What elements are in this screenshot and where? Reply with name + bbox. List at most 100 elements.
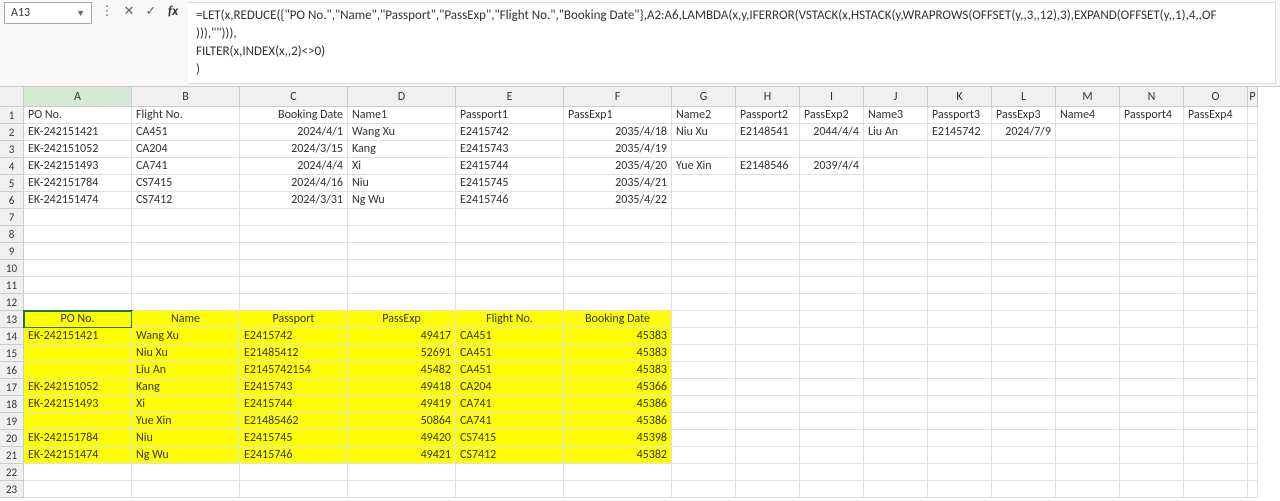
cell-H5[interactable] bbox=[736, 175, 800, 192]
cell-I21[interactable] bbox=[800, 447, 864, 464]
cell-L12[interactable] bbox=[992, 294, 1056, 311]
cell-C8[interactable] bbox=[240, 226, 348, 243]
cell-G13[interactable] bbox=[672, 311, 736, 328]
cell-L20[interactable] bbox=[992, 430, 1056, 447]
cell-A13[interactable]: PO No. bbox=[24, 311, 132, 328]
cell-I23[interactable] bbox=[800, 481, 864, 498]
cell-O11[interactable] bbox=[1184, 277, 1248, 294]
cell-I11[interactable] bbox=[800, 277, 864, 294]
cell-N6[interactable] bbox=[1120, 192, 1184, 209]
row-header-18[interactable]: 18 bbox=[0, 396, 24, 413]
cell-F4[interactable]: 2035/4/20 bbox=[564, 158, 672, 175]
cell-L15[interactable] bbox=[992, 345, 1056, 362]
cell-D20[interactable]: 49420 bbox=[348, 430, 456, 447]
cell-A3[interactable]: EK-242151052 bbox=[24, 141, 132, 158]
cell-N7[interactable] bbox=[1120, 209, 1184, 226]
cell-L18[interactable] bbox=[992, 396, 1056, 413]
cell-C20[interactable]: E2415745 bbox=[240, 430, 348, 447]
cell-D15[interactable]: 52691 bbox=[348, 345, 456, 362]
cell-M11[interactable] bbox=[1056, 277, 1120, 294]
column-header-J[interactable]: J bbox=[864, 87, 928, 107]
cell-G11[interactable] bbox=[672, 277, 736, 294]
cell-N10[interactable] bbox=[1120, 260, 1184, 277]
cell-A18[interactable]: EK-242151493 bbox=[24, 396, 132, 413]
cell-A23[interactable] bbox=[24, 481, 132, 498]
cell-I13[interactable] bbox=[800, 311, 864, 328]
cell-L4[interactable] bbox=[992, 158, 1056, 175]
column-header-D[interactable]: D bbox=[348, 87, 456, 107]
cell-L17[interactable] bbox=[992, 379, 1056, 396]
cell-L3[interactable] bbox=[992, 141, 1056, 158]
cell-H20[interactable] bbox=[736, 430, 800, 447]
cell-C1[interactable]: Booking Date bbox=[240, 107, 348, 124]
cell-K9[interactable] bbox=[928, 243, 992, 260]
row-header-2[interactable]: 2 bbox=[0, 124, 24, 141]
row-header-9[interactable]: 9 bbox=[0, 243, 24, 260]
cell-A12[interactable] bbox=[24, 294, 132, 311]
cell-E11[interactable] bbox=[456, 277, 564, 294]
cell-G17[interactable] bbox=[672, 379, 736, 396]
row-header-20[interactable]: 20 bbox=[0, 430, 24, 447]
cell-P13[interactable] bbox=[1248, 311, 1258, 328]
cell-M10[interactable] bbox=[1056, 260, 1120, 277]
cell-P17[interactable] bbox=[1248, 379, 1258, 396]
cell-M13[interactable] bbox=[1056, 311, 1120, 328]
column-header-O[interactable]: O bbox=[1184, 87, 1248, 107]
cell-M7[interactable] bbox=[1056, 209, 1120, 226]
cell-D23[interactable] bbox=[348, 481, 456, 498]
cell-A11[interactable] bbox=[24, 277, 132, 294]
cell-E1[interactable]: Passport1 bbox=[456, 107, 564, 124]
cell-G16[interactable] bbox=[672, 362, 736, 379]
column-header-E[interactable]: E bbox=[456, 87, 564, 107]
cell-D16[interactable]: 45482 bbox=[348, 362, 456, 379]
cell-D11[interactable] bbox=[348, 277, 456, 294]
cell-D13[interactable]: PassExp bbox=[348, 311, 456, 328]
cell-F8[interactable] bbox=[564, 226, 672, 243]
cell-G18[interactable] bbox=[672, 396, 736, 413]
cell-J8[interactable] bbox=[864, 226, 928, 243]
cell-N22[interactable] bbox=[1120, 464, 1184, 481]
cell-K11[interactable] bbox=[928, 277, 992, 294]
cell-L21[interactable] bbox=[992, 447, 1056, 464]
cell-N19[interactable] bbox=[1120, 413, 1184, 430]
cell-F20[interactable]: 45398 bbox=[564, 430, 672, 447]
cell-D8[interactable] bbox=[348, 226, 456, 243]
cell-H4[interactable]: E2148546 bbox=[736, 158, 800, 175]
cell-I5[interactable] bbox=[800, 175, 864, 192]
cell-H11[interactable] bbox=[736, 277, 800, 294]
cell-P6[interactable] bbox=[1248, 192, 1258, 209]
cell-I18[interactable] bbox=[800, 396, 864, 413]
cell-J6[interactable] bbox=[864, 192, 928, 209]
cell-O9[interactable] bbox=[1184, 243, 1248, 260]
cell-I20[interactable] bbox=[800, 430, 864, 447]
cell-H23[interactable] bbox=[736, 481, 800, 498]
cell-G14[interactable] bbox=[672, 328, 736, 345]
cell-O23[interactable] bbox=[1184, 481, 1248, 498]
cell-G10[interactable] bbox=[672, 260, 736, 277]
cell-P14[interactable] bbox=[1248, 328, 1258, 345]
cell-N11[interactable] bbox=[1120, 277, 1184, 294]
cell-A1[interactable]: PO No. bbox=[24, 107, 132, 124]
cell-O10[interactable] bbox=[1184, 260, 1248, 277]
cell-B7[interactable] bbox=[132, 209, 240, 226]
cell-B11[interactable] bbox=[132, 277, 240, 294]
cell-K12[interactable] bbox=[928, 294, 992, 311]
cell-B5[interactable]: CS7415 bbox=[132, 175, 240, 192]
column-header-F[interactable]: F bbox=[564, 87, 672, 107]
column-header-K[interactable]: K bbox=[928, 87, 992, 107]
cell-J11[interactable] bbox=[864, 277, 928, 294]
cell-J12[interactable] bbox=[864, 294, 928, 311]
cell-P5[interactable] bbox=[1248, 175, 1258, 192]
cell-G19[interactable] bbox=[672, 413, 736, 430]
cell-B18[interactable]: Xi bbox=[132, 396, 240, 413]
row-header-17[interactable]: 17 bbox=[0, 379, 24, 396]
cell-K21[interactable] bbox=[928, 447, 992, 464]
cell-M2[interactable] bbox=[1056, 124, 1120, 141]
cell-C11[interactable] bbox=[240, 277, 348, 294]
cell-N21[interactable] bbox=[1120, 447, 1184, 464]
cell-K18[interactable] bbox=[928, 396, 992, 413]
cell-E21[interactable]: CS7412 bbox=[456, 447, 564, 464]
cell-F18[interactable]: 45386 bbox=[564, 396, 672, 413]
cell-E4[interactable]: E2415744 bbox=[456, 158, 564, 175]
cell-P10[interactable] bbox=[1248, 260, 1258, 277]
